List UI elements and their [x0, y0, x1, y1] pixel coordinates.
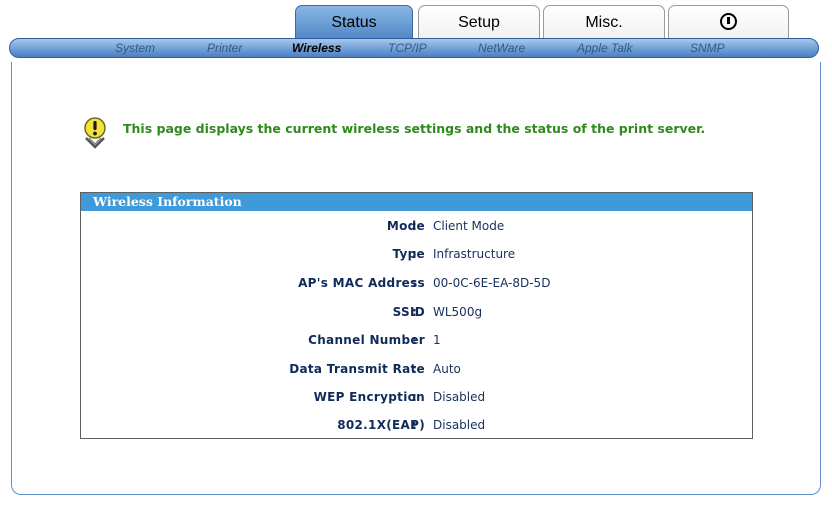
row-value: WL500g [433, 305, 483, 319]
table-row-ssid: SSID : WL500g [81, 302, 752, 322]
tab-status-label: Status [331, 14, 377, 31]
table-row-ap-mac: AP's MAC Address : 00-0C-6E-EA-8D-5D [81, 273, 752, 293]
tab-misc-label: Misc. [585, 14, 623, 31]
table-row-transmit-rate: Data Transmit Rate : Auto [81, 359, 752, 379]
row-label: WEP Encryption [313, 390, 425, 404]
subnav-item-netware[interactable]: NetWare [478, 39, 525, 57]
lightbulb-hint-icon [84, 117, 106, 149]
tab-misc[interactable]: Misc. [543, 5, 665, 38]
row-label: Mode [386, 219, 425, 233]
row-value: Auto [433, 362, 461, 376]
table-row-type: Type : Infrastructure [81, 244, 752, 264]
tab-info[interactable] [668, 5, 789, 38]
subnav-item-snmp[interactable]: SNMP [690, 39, 725, 57]
notice-text: This page displays the current wireless … [123, 121, 706, 136]
row-label: Type [392, 247, 425, 261]
power-info-icon [720, 12, 737, 30]
sub-nav-bar: System Printer Wireless TCP/IP NetWare A… [9, 38, 819, 58]
subnav-item-system[interactable]: System [115, 39, 155, 57]
table-row-eap: 802.1X(EAP) : Disabled [81, 415, 752, 435]
row-value: 1 [433, 333, 441, 347]
table-row-wep: WEP Encryption : Disabled [81, 387, 752, 407]
subnav-item-printer[interactable]: Printer [207, 39, 242, 57]
subnav-item-wireless[interactable]: Wireless [292, 39, 341, 57]
row-value: Disabled [433, 418, 486, 432]
wireless-info-title: Wireless Information [81, 193, 752, 211]
tab-setup[interactable]: Setup [418, 5, 540, 38]
table-row-channel: Channel Number : 1 [81, 330, 752, 350]
row-value: Client Mode [433, 219, 505, 233]
row-label: SSID [392, 305, 425, 319]
row-value: 00-0C-6E-EA-8D-5D [433, 276, 551, 290]
row-value: Disabled [433, 390, 486, 404]
row-label: AP's MAC Address [298, 276, 425, 290]
subnav-item-tcpip[interactable]: TCP/IP [388, 39, 427, 57]
main-tab-bar: Status Setup Misc. [0, 0, 832, 40]
row-value: Infrastructure [433, 247, 516, 261]
tab-status[interactable]: Status [295, 5, 413, 40]
tab-setup-label: Setup [458, 14, 500, 31]
row-label: Channel Number [308, 333, 425, 347]
wireless-info-table: Wireless Information Mode : Client Mode … [80, 192, 753, 439]
subnav-item-appletalk[interactable]: Apple Talk [577, 39, 633, 57]
row-label: Data Transmit Rate [289, 362, 425, 376]
table-row-mode: Mode : Client Mode [81, 216, 752, 236]
